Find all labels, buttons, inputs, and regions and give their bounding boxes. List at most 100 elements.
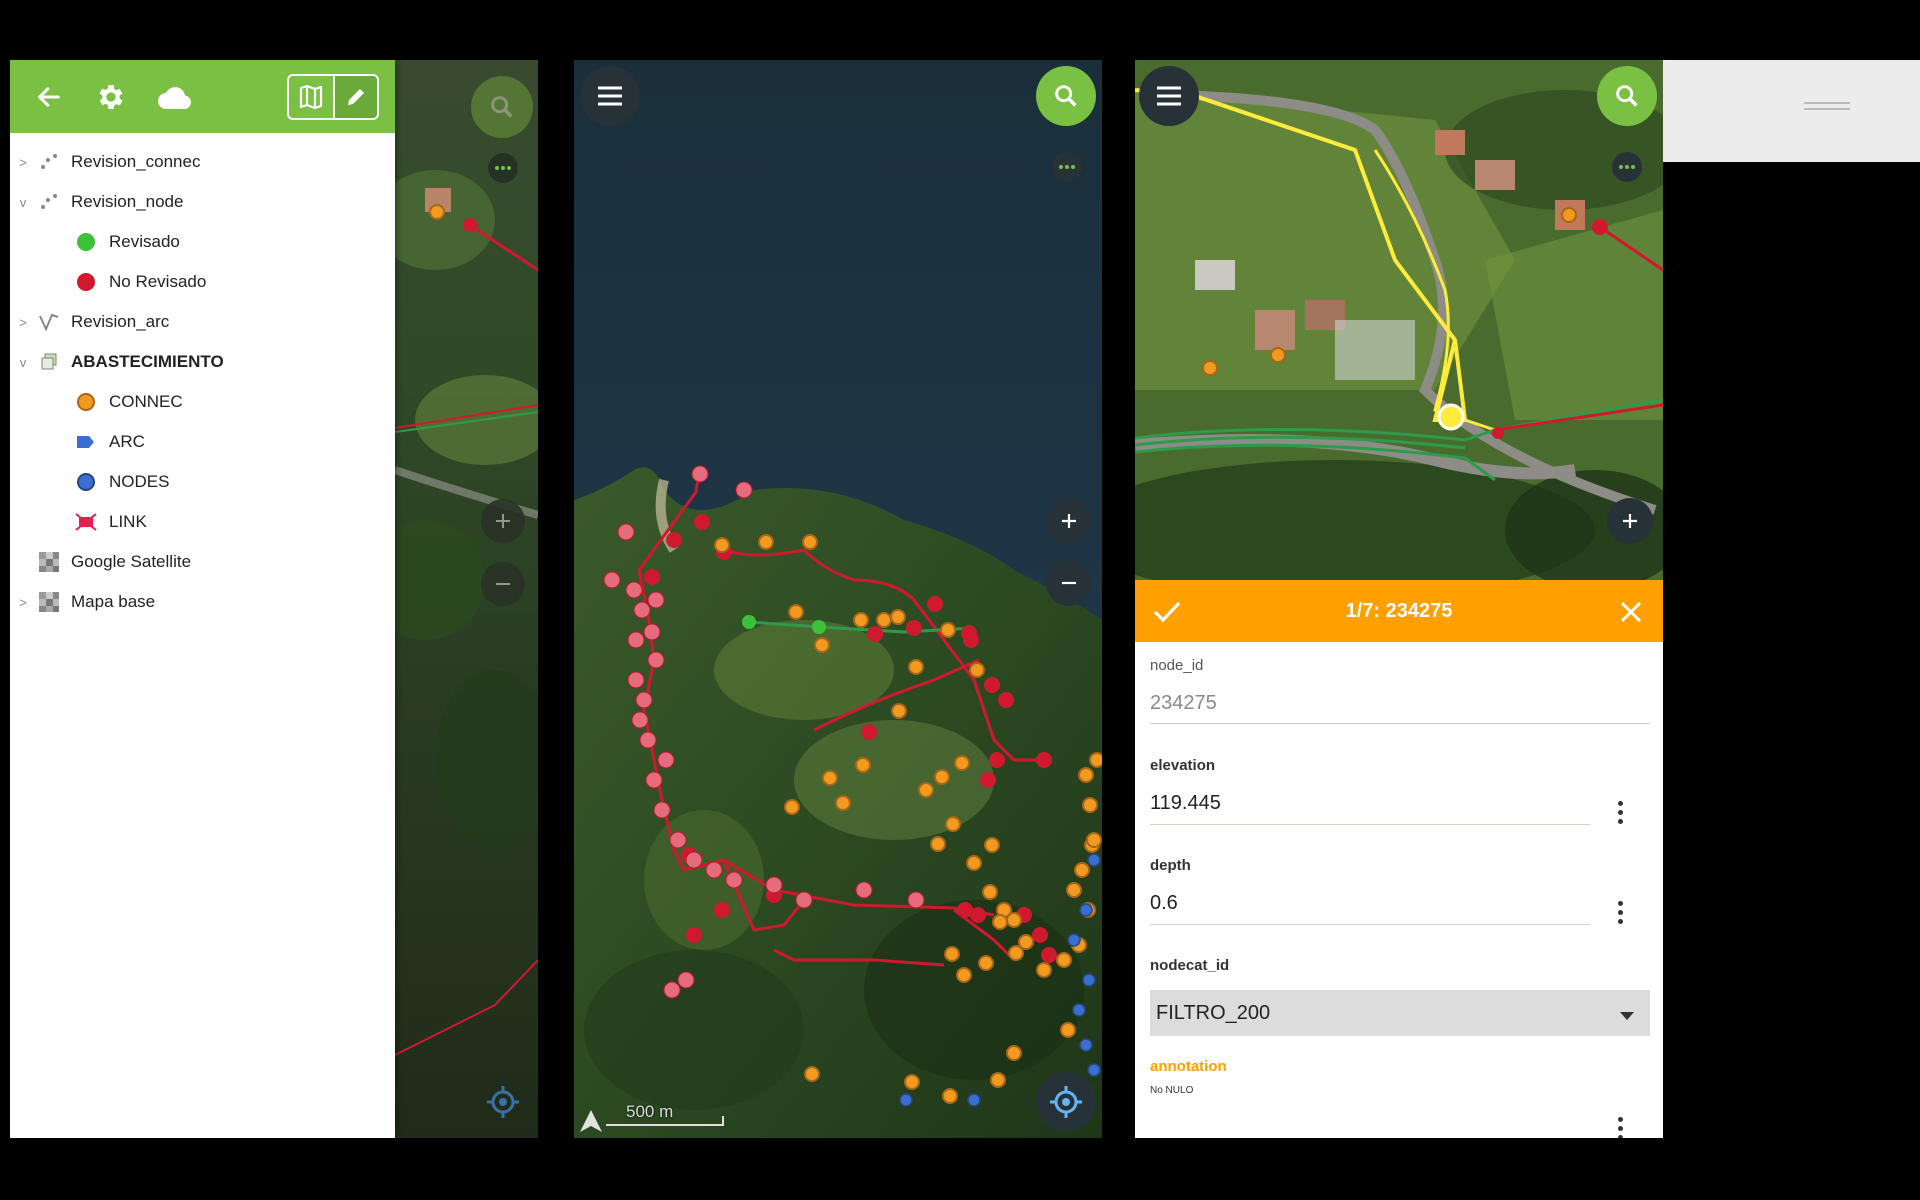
search-button[interactable]	[1597, 66, 1657, 126]
mode-toggle[interactable]	[287, 74, 379, 120]
unreviewed-node-marker[interactable]	[686, 927, 702, 943]
unreviewed-node-marker[interactable]	[1041, 947, 1057, 963]
connec-marker[interactable]	[982, 884, 998, 900]
zoom-out-button[interactable]	[1046, 560, 1092, 606]
more-options-icon[interactable]	[1052, 152, 1082, 182]
reviewed-node-marker[interactable]	[647, 651, 665, 669]
connec-marker[interactable]	[758, 534, 774, 550]
connec-marker[interactable]	[944, 946, 960, 962]
unreviewed-node-marker[interactable]	[980, 772, 996, 788]
connec-marker[interactable]	[835, 795, 851, 811]
node-marker[interactable]	[1087, 853, 1101, 867]
node-marker[interactable]	[1072, 1003, 1086, 1017]
reviewed-node-marker[interactable]	[677, 971, 695, 989]
reviewed-node-marker[interactable]	[705, 861, 723, 879]
connec-marker[interactable]	[1066, 882, 1082, 898]
reviewed-node-marker[interactable]	[907, 891, 925, 909]
reviewed-node-marker[interactable]	[625, 581, 643, 599]
elevation-field[interactable]: 119.445	[1150, 792, 1221, 815]
connec-marker[interactable]	[942, 1088, 958, 1104]
reviewed-node-marker[interactable]	[855, 881, 873, 899]
node-marker[interactable]	[1082, 973, 1096, 987]
reviewed-node-marker[interactable]	[647, 591, 665, 609]
search-button[interactable]	[471, 76, 533, 138]
collapse-chevron-icon[interactable]: v	[16, 195, 30, 210]
reviewed-node-marker[interactable]	[795, 891, 813, 909]
connec-marker[interactable]	[855, 757, 871, 773]
reviewed-node-marker[interactable]	[643, 623, 661, 641]
connec-marker[interactable]	[1078, 767, 1094, 783]
zoom-in-button[interactable]	[1046, 498, 1092, 544]
connec-marker[interactable]	[890, 609, 906, 625]
depth-options-icon[interactable]	[1605, 894, 1635, 930]
depth-field[interactable]: 0.6	[1150, 892, 1178, 915]
menu-button[interactable]	[1139, 66, 1199, 126]
connec-marker[interactable]	[930, 836, 946, 852]
search-button[interactable]	[1036, 66, 1096, 126]
reviewed-node-marker[interactable]	[633, 601, 651, 619]
connec-marker[interactable]	[1018, 934, 1034, 950]
unreviewed-node-marker[interactable]	[1032, 927, 1048, 943]
node-marker[interactable]	[967, 1093, 981, 1107]
unreviewed-node-marker[interactable]	[927, 596, 943, 612]
reviewed-node-marker[interactable]	[663, 981, 681, 999]
zoom-in-button[interactable]	[1607, 498, 1653, 544]
menu-button[interactable]	[580, 66, 640, 126]
unreviewed-node-marker[interactable]	[861, 724, 877, 740]
reviewed-node-marker[interactable]	[645, 771, 663, 789]
connec-marker[interactable]	[1056, 952, 1072, 968]
unreviewed-node-marker[interactable]	[694, 514, 710, 530]
connec-marker[interactable]	[934, 769, 950, 785]
unreviewed-node-marker[interactable]	[1036, 752, 1052, 768]
connec-marker[interactable]	[978, 955, 994, 971]
layer-item-revision-connec[interactable]: > Revision_connec	[10, 142, 395, 182]
more-options-icon[interactable]	[488, 153, 518, 183]
connec-marker[interactable]	[784, 799, 800, 815]
more-options-icon[interactable]	[1612, 152, 1642, 182]
close-button[interactable]	[1611, 592, 1651, 632]
connec-marker[interactable]	[984, 837, 1000, 853]
reviewed-node-marker[interactable]	[635, 691, 653, 709]
connec-marker[interactable]	[1006, 1045, 1022, 1061]
reviewed-node-marker[interactable]	[627, 671, 645, 689]
gps-button[interactable]	[1036, 1072, 1096, 1132]
expand-chevron-icon[interactable]: >	[16, 155, 30, 170]
layer-item-mapa-base[interactable]: > Mapa base	[10, 582, 395, 622]
reviewed-node-marker[interactable]	[639, 731, 657, 749]
connec-marker[interactable]	[1060, 1022, 1076, 1038]
zoom-out-button[interactable]	[481, 562, 525, 606]
connec-marker[interactable]	[788, 604, 804, 620]
connec-marker[interactable]	[1074, 862, 1090, 878]
connec-marker[interactable]	[992, 914, 1008, 930]
unreviewed-node-marker[interactable]	[644, 569, 660, 585]
connec-marker[interactable]	[908, 659, 924, 675]
connec-marker[interactable]	[954, 755, 970, 771]
map-canvas-top[interactable]	[1135, 60, 1663, 580]
connec-marker[interactable]	[876, 612, 892, 628]
connec-marker[interactable]	[822, 770, 838, 786]
node-marker[interactable]	[899, 1093, 913, 1107]
connec-marker[interactable]	[1086, 832, 1102, 848]
reviewed-node-marker[interactable]	[617, 523, 635, 541]
connec-marker[interactable]	[918, 782, 934, 798]
reviewed-node-marker[interactable]	[653, 801, 671, 819]
unreviewed-node-marker[interactable]	[666, 532, 682, 548]
collapse-chevron-icon[interactable]: v	[16, 355, 30, 370]
connec-marker[interactable]	[1089, 752, 1102, 768]
unreviewed-node-marker[interactable]	[906, 620, 922, 636]
layer-item-arc[interactable]: ARC	[10, 422, 395, 462]
edit-mode-button[interactable]	[334, 76, 377, 118]
unreviewed-node-marker[interactable]	[963, 632, 979, 648]
unreviewed-node-marker[interactable]	[989, 752, 1005, 768]
nodecat-select[interactable]: FILTRO_200	[1150, 990, 1650, 1036]
settings-button[interactable]	[88, 74, 134, 120]
back-button[interactable]	[26, 74, 72, 120]
reviewed-node-marker[interactable]	[603, 571, 621, 589]
node-marker[interactable]	[1067, 933, 1081, 947]
connec-marker[interactable]	[969, 662, 985, 678]
map-overview-screen[interactable]: 500 m	[574, 60, 1102, 1138]
connec-marker[interactable]	[1036, 962, 1052, 978]
reviewed-node-marker[interactable]	[735, 481, 753, 499]
layer-item-nodes[interactable]: NODES	[10, 462, 395, 502]
zoom-in-button[interactable]	[481, 499, 525, 543]
